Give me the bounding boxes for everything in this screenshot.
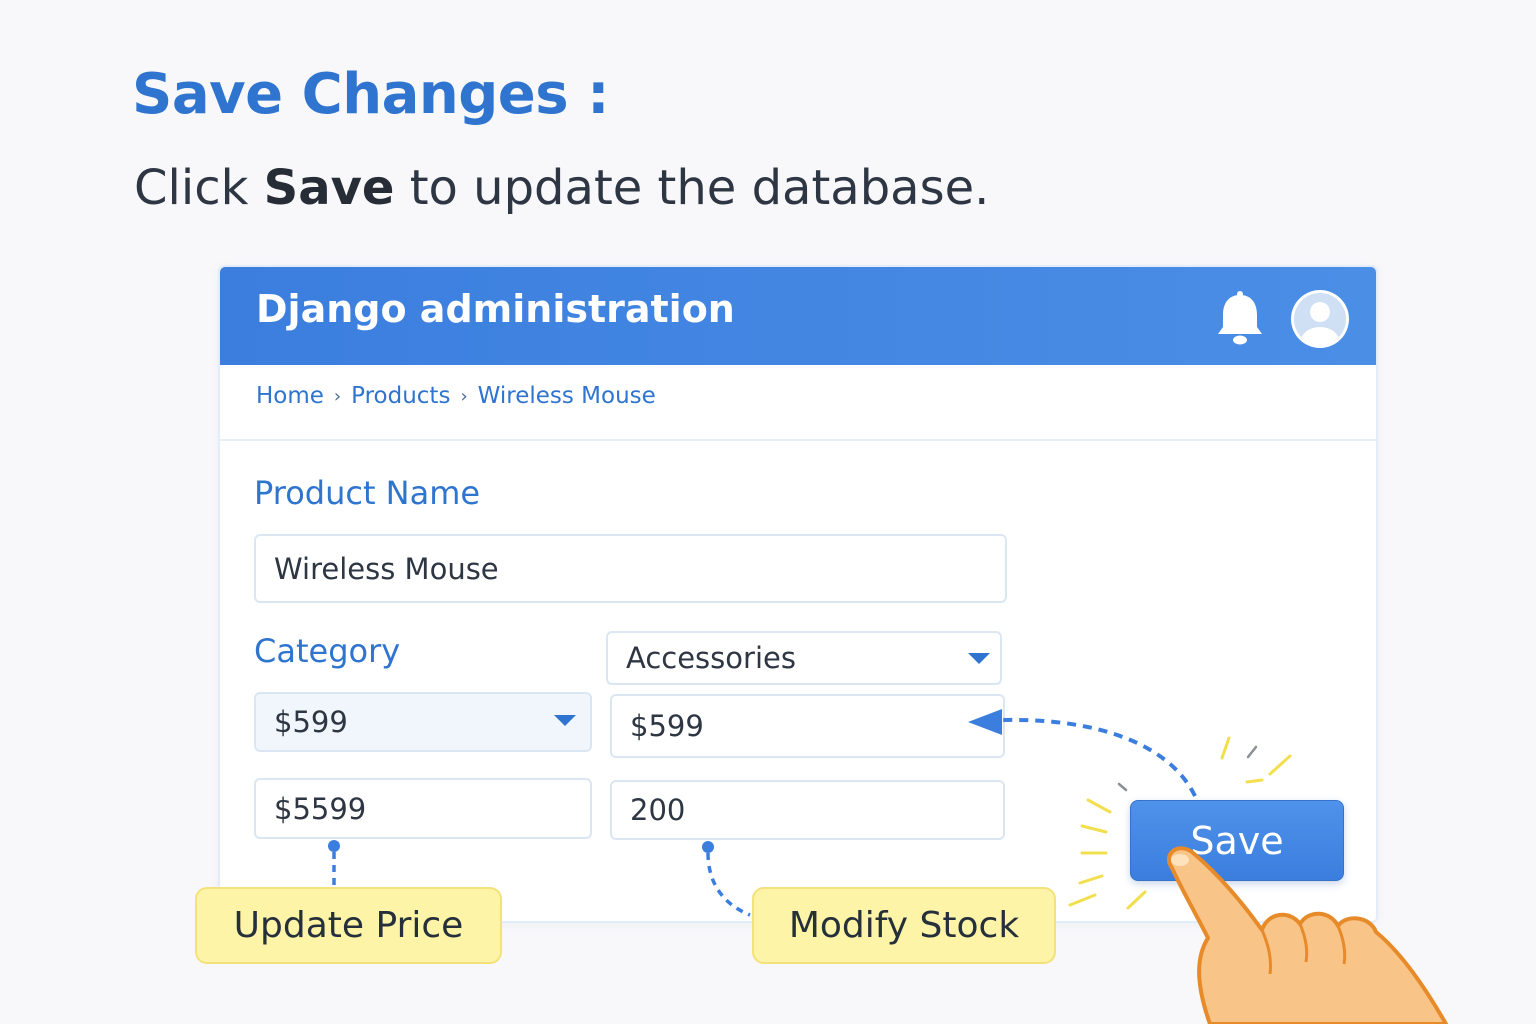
- price-select-value: $599: [274, 705, 348, 739]
- chevron-down-icon: [968, 653, 990, 664]
- breadcrumb: Home › Products › Wireless Mouse: [256, 383, 656, 409]
- instruction-bold: Save: [263, 160, 395, 216]
- breadcrumb-current[interactable]: Wireless Mouse: [478, 383, 656, 409]
- stock-value: 200: [630, 793, 686, 827]
- breadcrumb-products[interactable]: Products: [351, 383, 450, 409]
- chevron-down-icon: [554, 715, 576, 726]
- instruction-text: Click Save to update the database.: [134, 160, 989, 216]
- product-name-value: Wireless Mouse: [274, 551, 499, 586]
- user-avatar-icon[interactable]: [1290, 289, 1350, 349]
- update-price-callout: Update Price: [195, 887, 502, 964]
- category-label: Category: [254, 632, 401, 670]
- product-name-label: Product Name: [254, 474, 481, 512]
- admin-title[interactable]: Django administration: [256, 287, 735, 331]
- breadcrumb-separator-icon: ›: [333, 385, 342, 407]
- price-select[interactable]: $599: [254, 692, 592, 752]
- breadcrumb-separator-icon: ›: [460, 385, 468, 407]
- price-input[interactable]: $599: [610, 694, 1005, 758]
- modify-stock-callout: Modify Stock: [752, 887, 1056, 964]
- price-extra-input[interactable]: $5599: [254, 778, 592, 839]
- product-name-input[interactable]: Wireless Mouse: [254, 534, 1007, 603]
- price-extra-value: $5599: [274, 791, 367, 826]
- category-value: Accessories: [626, 641, 796, 675]
- page-heading: Save Changes :: [132, 62, 610, 127]
- admin-header: Django administration: [220, 267, 1376, 365]
- header-divider: [220, 439, 1376, 441]
- save-button[interactable]: Save: [1130, 800, 1344, 881]
- category-select[interactable]: Accessories: [606, 631, 1002, 685]
- stock-input[interactable]: 200: [610, 780, 1005, 840]
- breadcrumb-home[interactable]: Home: [256, 383, 324, 409]
- instruction-suffix: to update the database.: [409, 160, 990, 216]
- price-input-value: $599: [630, 709, 704, 743]
- instruction-prefix: Click: [134, 160, 249, 216]
- bell-icon[interactable]: [1214, 291, 1266, 347]
